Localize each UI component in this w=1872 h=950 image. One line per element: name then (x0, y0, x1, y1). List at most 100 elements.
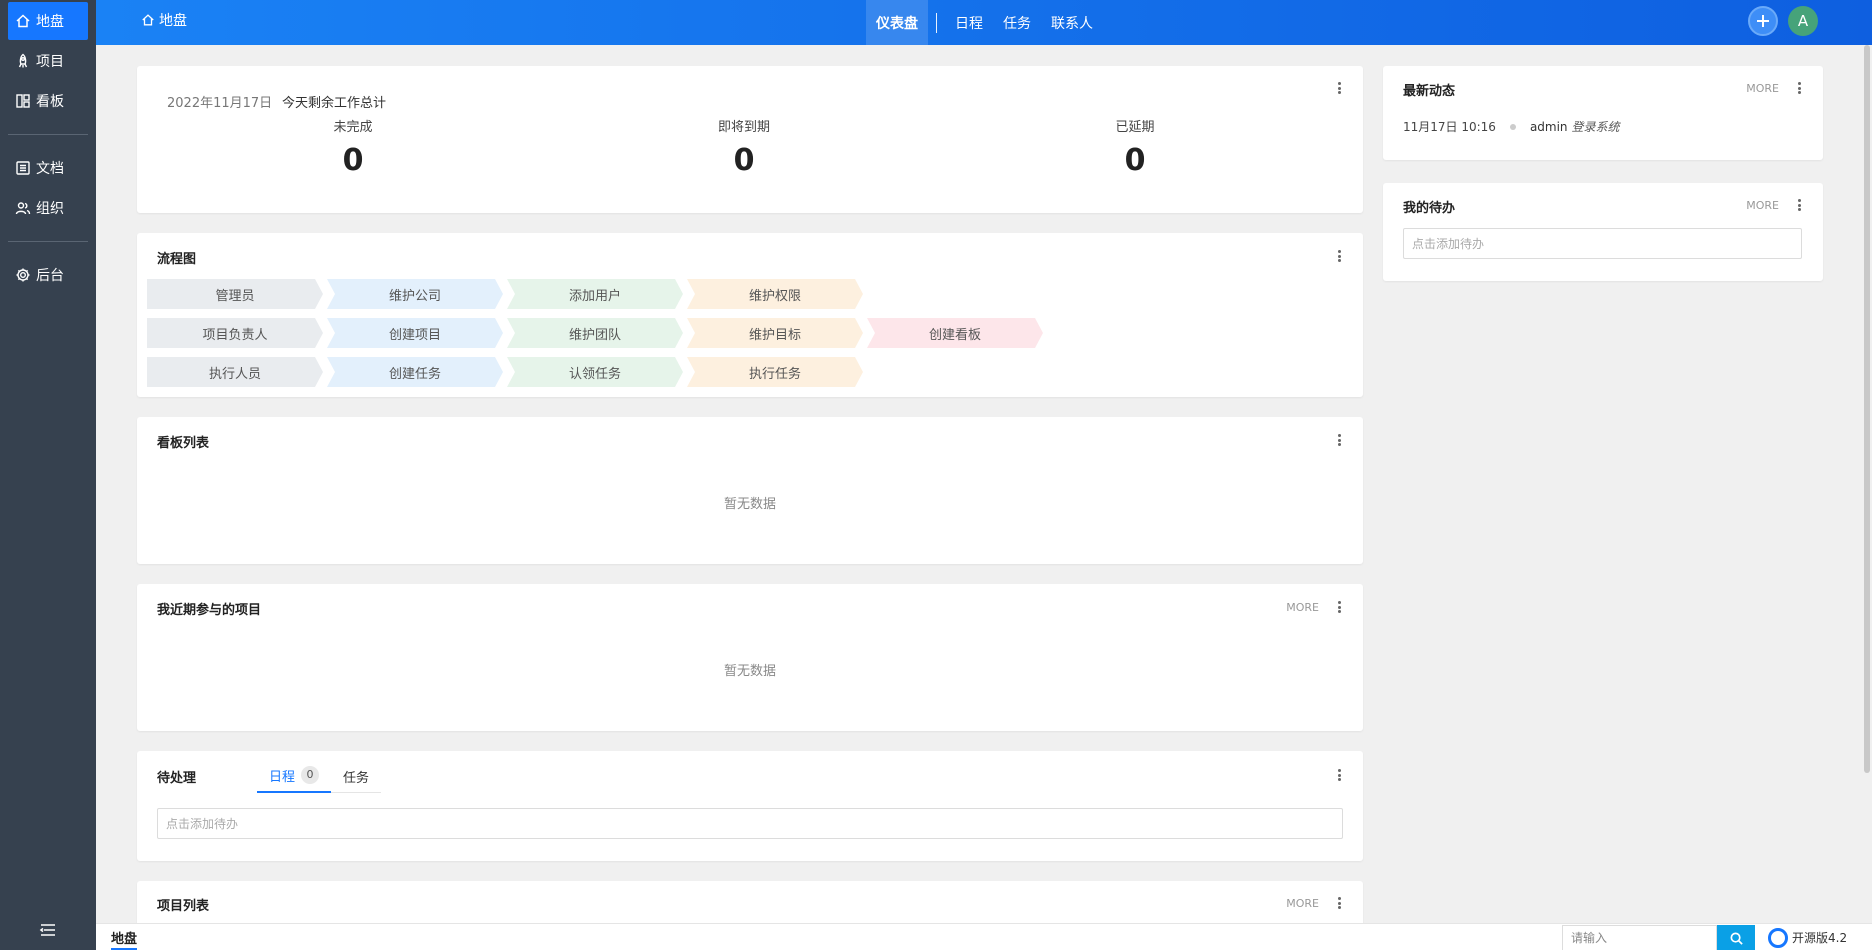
sidebar-divider (8, 134, 88, 135)
more-link[interactable]: MORE (1746, 199, 1779, 212)
scrollbar-thumb[interactable] (1864, 45, 1870, 773)
todo-card: 我的待办 MORE (1383, 183, 1823, 281)
activity-action: 登录系统 (1571, 120, 1620, 134)
bottom-bar: 地盘 开源版4.2 (96, 923, 1872, 950)
summary-date: 2022年11月17日 (167, 96, 273, 111)
search-input[interactable] (1562, 925, 1717, 950)
sidebar-item-label: 看板 (36, 94, 64, 110)
activity-user[interactable]: admin (1530, 120, 1568, 134)
document-icon (14, 159, 32, 177)
gear-icon (14, 266, 32, 284)
sidebar-item-label: 后台 (36, 268, 64, 284)
add-todo-input[interactable] (157, 808, 1343, 839)
more-options-icon[interactable] (1333, 432, 1345, 448)
nav-tasks[interactable]: 任务 (993, 0, 1041, 45)
more-options-icon[interactable] (1333, 599, 1345, 615)
card-title: 待处理 (157, 771, 197, 786)
sidebar-divider (8, 241, 88, 242)
empty-state: 暂无数据 (723, 664, 776, 679)
flow-step[interactable]: 创建看板 (867, 318, 1043, 348)
activity-entry: 11月17日 10:16 admin 登录系统 (1403, 118, 1620, 135)
more-options-icon[interactable] (1793, 197, 1805, 213)
tab-tasks[interactable]: 任务 (331, 759, 381, 793)
flow-row-project-lead: 项目负责人 创建项目 维护团队 维护目标 创建看板 (147, 318, 1047, 348)
flow-step[interactable]: 认领任务 (507, 357, 683, 387)
sidebar-item-docs[interactable]: 文档 (8, 149, 88, 187)
tab-label: 任务 (343, 770, 370, 786)
sidebar-item-home[interactable]: 地盘 (8, 2, 88, 40)
more-options-icon[interactable] (1333, 767, 1345, 783)
nav-divider (936, 12, 937, 33)
more-options-icon[interactable] (1333, 248, 1345, 264)
card-title: 我的待办 (1403, 201, 1456, 216)
users-icon (14, 199, 32, 217)
nav-dashboard[interactable]: 仪表盘 (866, 0, 928, 45)
flow-row-admin: 管理员 维护公司 添加用户 维护权限 (147, 279, 867, 309)
add-todo-input[interactable] (1403, 228, 1802, 259)
nav-contacts[interactable]: 联系人 (1041, 0, 1103, 45)
flow-step[interactable]: 维护团队 (507, 318, 683, 348)
stat-value: 0 (1124, 143, 1146, 178)
flow-step[interactable]: 维护权限 (687, 279, 863, 309)
home-icon (14, 12, 32, 30)
search-button[interactable] (1717, 925, 1755, 950)
sidebar-item-projects[interactable]: 项目 (8, 42, 88, 80)
work-summary-card: 2022年11月17日 今天剩余工作总计 未完成 0 即将到期 0 已延期 0 (137, 66, 1363, 213)
flow-role: 项目负责人 (147, 318, 323, 348)
bottom-tab-home[interactable]: 地盘 (111, 928, 138, 950)
empty-state: 暂无数据 (723, 497, 776, 512)
more-options-icon[interactable] (1333, 895, 1345, 911)
flow-row-executor: 执行人员 创建任务 认领任务 执行任务 (147, 357, 867, 387)
more-options-icon[interactable] (1793, 80, 1805, 96)
flow-role: 执行人员 (147, 357, 323, 387)
card-title: 我近期参与的项目 (157, 603, 262, 618)
pending-card: 待处理 日程 0 任务 (137, 751, 1363, 861)
flow-step[interactable]: 维护目标 (687, 318, 863, 348)
more-link[interactable]: MORE (1286, 897, 1319, 910)
rocket-icon (14, 52, 32, 70)
flow-step[interactable]: 执行任务 (687, 357, 863, 387)
board-list-card: 看板列表 暂无数据 (137, 417, 1363, 564)
activity-card: 最新动态 MORE 11月17日 10:16 admin 登录系统 (1383, 66, 1823, 160)
card-title: 最新动态 (1403, 84, 1456, 99)
more-options-icon[interactable] (1333, 80, 1345, 96)
sidebar-item-org[interactable]: 组织 (8, 189, 88, 227)
flow-step[interactable]: 创建项目 (327, 318, 503, 348)
more-link[interactable]: MORE (1286, 601, 1319, 614)
stat-label: 已延期 (1115, 120, 1155, 135)
pending-tabs: 日程 0 任务 (257, 759, 382, 793)
sidebar-item-label: 地盘 (36, 14, 64, 30)
stat-due-soon: 即将到期 0 (684, 116, 804, 178)
tab-label: 日程 (269, 769, 296, 785)
sidebar-item-admin[interactable]: 后台 (8, 256, 88, 294)
sidebar: 地盘 项目 看板 文档 组织 后台 (0, 0, 96, 950)
flow-step[interactable]: 创建任务 (327, 357, 503, 387)
menu-collapse-icon[interactable] (38, 920, 58, 940)
card-title: 流程图 (157, 252, 197, 267)
stat-value: 0 (342, 143, 364, 178)
flow-step[interactable]: 添加用户 (507, 279, 683, 309)
topbar-home-label: 地盘 (159, 13, 187, 29)
flow-role: 管理员 (147, 279, 323, 309)
summary-description: 今天剩余工作总计 (282, 96, 387, 111)
topbar: 地盘 仪表盘 日程 任务 联系人 A (96, 0, 1872, 45)
sidebar-item-boards[interactable]: 看板 (8, 82, 88, 120)
topbar-home-link[interactable]: 地盘 (141, 0, 187, 40)
sidebar-item-label: 文档 (36, 161, 64, 177)
more-link[interactable]: MORE (1746, 82, 1779, 95)
sidebar-item-label: 组织 (36, 201, 64, 217)
count-badge: 0 (301, 766, 320, 784)
search-icon (1730, 932, 1743, 945)
home-icon (142, 14, 154, 26)
board-icon (14, 92, 32, 110)
flow-step[interactable]: 维护公司 (327, 279, 503, 309)
stat-unfinished: 未完成 0 (293, 116, 413, 178)
scrollbar[interactable] (1862, 45, 1872, 923)
timeline-dot (1509, 123, 1516, 130)
nav-calendar[interactable]: 日程 (945, 0, 993, 45)
add-button[interactable] (1748, 6, 1778, 36)
avatar[interactable]: A (1788, 6, 1818, 36)
tab-schedule[interactable]: 日程 0 (257, 759, 332, 793)
recent-projects-card: 我近期参与的项目 MORE 暂无数据 (137, 584, 1363, 731)
version-label: 开源版4.2 (1792, 931, 1848, 945)
